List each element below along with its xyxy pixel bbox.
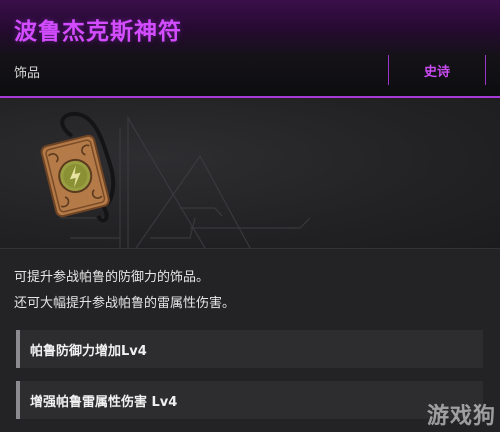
item-detail-card: 波鲁杰克斯神符 饰品 史诗 可提升参战帕鲁的防御力的饰品。 还可大幅提升参战帕鲁… [0, 0, 500, 432]
item-category: 饰品 [14, 66, 41, 81]
stat-row: 帕鲁防御力增加Lv4 [16, 330, 483, 368]
item-description-line-1: 可提升参战帕鲁的防御力的饰品。 [14, 270, 210, 285]
stat-row: 增强帕鲁雷属性伤害 Lv4 [16, 381, 483, 419]
stat-label: 帕鲁防御力增加Lv4 [30, 343, 147, 359]
item-description-line-2: 还可大幅提升参战帕鲁的雷属性伤害。 [14, 296, 236, 311]
rarity-label: 史诗 [423, 64, 450, 80]
rarity-badge: 史诗 [388, 55, 486, 85]
divider [0, 248, 500, 249]
background-pattern [40, 111, 311, 248]
item-name: 波鲁杰克斯神符 [14, 19, 182, 45]
item-art-area [0, 98, 500, 248]
lightning-amulet-icon [40, 111, 116, 223]
item-header: 波鲁杰克斯神符 饰品 史诗 [0, 0, 500, 98]
stat-label: 增强帕鲁雷属性伤害 Lv4 [30, 394, 178, 410]
watermark: 游戏狗 [426, 404, 496, 429]
